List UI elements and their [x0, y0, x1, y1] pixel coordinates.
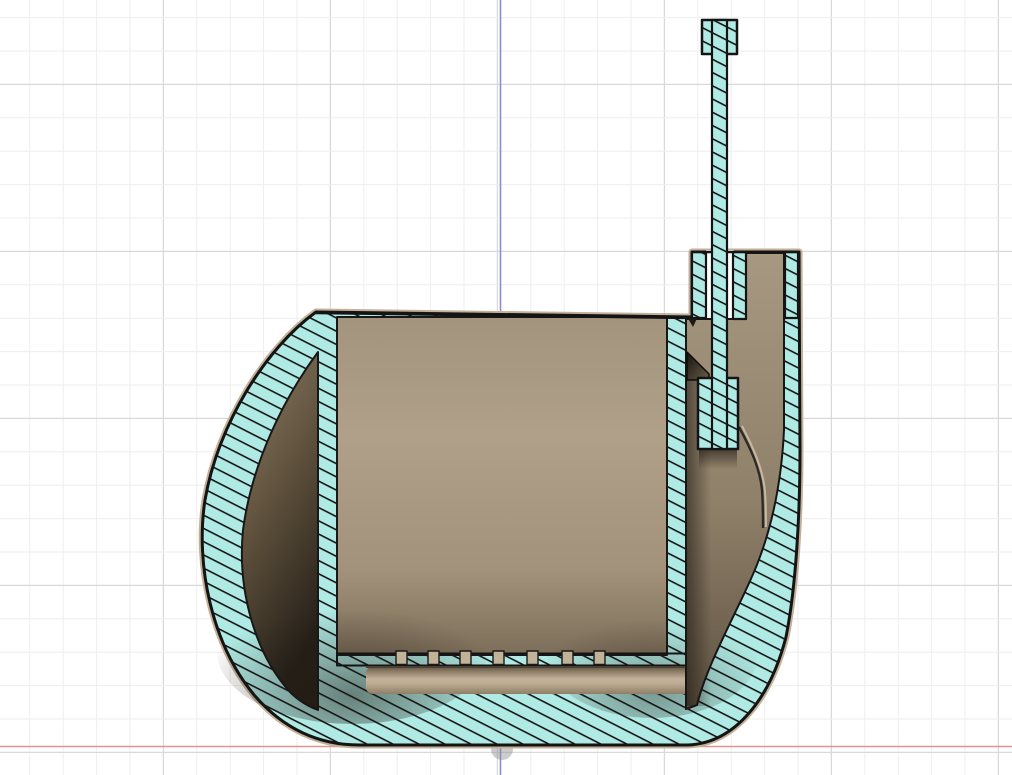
collar-outer-wall[interactable]: [783, 250, 800, 320]
interior-shadow-left: [217, 580, 487, 724]
valve-stem[interactable]: [710, 18, 729, 451]
section-view-canvas[interactable]: [0, 0, 1012, 775]
base-plate[interactable]: [366, 666, 686, 695]
lid-seat-wall[interactable]: [690, 250, 708, 320]
perforation-holes: [395, 650, 606, 666]
valve-plug-shadow: [699, 450, 737, 469]
valve-guide-wall[interactable]: [731, 250, 748, 321]
cad-viewport[interactable]: [0, 0, 1012, 775]
